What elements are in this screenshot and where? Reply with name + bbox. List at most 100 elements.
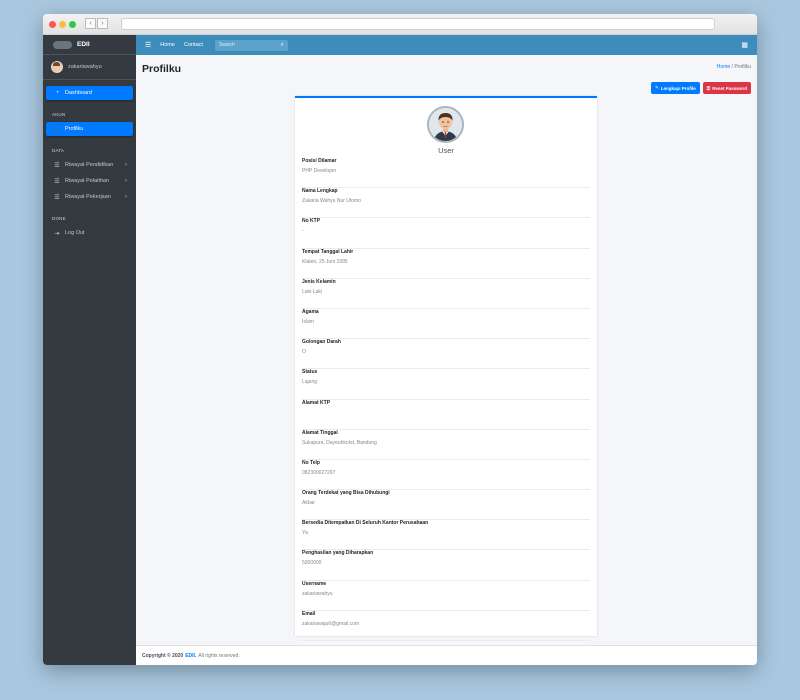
field-value: zakariawahyu xyxy=(302,590,333,597)
maximize-window-button[interactable] xyxy=(69,21,76,28)
field-label: Agama xyxy=(302,308,319,315)
avatar xyxy=(51,61,63,73)
footer-rights: All rights reserved. xyxy=(198,652,240,659)
field-label: Status xyxy=(302,369,318,376)
field-label: Username xyxy=(302,580,327,587)
user-panel[interactable]: zakariawahyu xyxy=(43,55,136,80)
list-icon: ☰ xyxy=(54,178,60,185)
field-value: 5000000 xyxy=(302,560,322,567)
sidebar-item-label: Riwayat Pekerjaan xyxy=(65,194,111,200)
field-label: Alamat KTP xyxy=(302,399,331,406)
profile-avatar xyxy=(427,106,464,143)
profile-field: Tempat Tanggal Lahir Klaten, 25 Juni 1995 xyxy=(302,249,590,279)
field-label: Bersedia Ditempatkan Di Seluruh Kantor P… xyxy=(302,520,429,527)
brand[interactable]: EDII xyxy=(43,35,136,55)
complete-profile-label: Lengkapi Profile xyxy=(660,85,696,91)
profile-field: Golongan Darah O xyxy=(302,339,590,370)
list-icon: ☰ xyxy=(54,162,60,169)
apps-grid-icon[interactable]: ▦ xyxy=(741,41,748,49)
search-box: ⌕ xyxy=(214,39,288,51)
close-window-button[interactable] xyxy=(49,21,56,28)
sidebar-item-riwayat-pelatihan[interactable]: ☰ Riwayat Pelatihan ‹ xyxy=(46,174,133,188)
app: EDII zakariawahyu ◔ Dashboard AKUN 👤 Profilk… xyxy=(43,35,757,665)
profile-field: No KTP - xyxy=(302,218,590,249)
address-bar[interactable] xyxy=(121,18,715,30)
field-value: Zakaria Wahyu Nur Utomo xyxy=(302,198,361,205)
profile-field: Status Lajang xyxy=(302,369,590,400)
footer: Copyright © 2020 EDII. All rights reserv… xyxy=(136,645,757,665)
field-label: Email xyxy=(302,610,316,617)
field-label: Orang Terdekat yang Bisa Dihubungi xyxy=(302,490,390,497)
sidebar-item-label: Dashboard xyxy=(65,90,92,96)
field-value: PHP Developer xyxy=(302,168,337,174)
hamburger-menu-icon[interactable]: ☰ xyxy=(145,41,151,49)
minimize-window-button[interactable] xyxy=(59,21,66,28)
sidebar-item-riwayat-pendidikan[interactable]: ☰ Riwayat Pendidikan ‹ xyxy=(46,158,133,172)
reset-password-label: Reset Password xyxy=(712,85,747,91)
field-value: Akbar xyxy=(302,500,316,507)
profile-field: Email zakariawaju6@gmail.com xyxy=(302,611,590,641)
key-icon: ⚿ xyxy=(706,85,711,91)
sidebar: EDII zakariawahyu ◔ Dashboard AKUN 👤 Profilk… xyxy=(43,35,136,665)
user-name: zakariawahyu xyxy=(68,64,102,70)
brand-text: EDII xyxy=(77,41,90,48)
chevron-left-icon: ‹ xyxy=(125,162,127,168)
profile-field: Jenis Kelamin Laki-Laki xyxy=(302,279,590,309)
browser-window: ‹ › EDII zakariawahyu ◔ Dashboard AKUN 👤 Pro… xyxy=(43,14,757,665)
breadcrumb: Home / Profilku xyxy=(717,64,751,70)
reset-password-button[interactable]: ⚿ Reset Password xyxy=(702,82,751,94)
nav-header: AKUN xyxy=(52,112,66,117)
profile-field: Penghasilan yang Diharapkan 5000000 xyxy=(302,550,590,581)
field-value: Islam xyxy=(302,318,314,325)
field-label: Alamat Tinggal xyxy=(302,429,338,436)
logout-icon: ⇥ xyxy=(54,230,60,237)
breadcrumb-current: Profilku xyxy=(734,64,751,70)
profile-name: User xyxy=(438,146,454,155)
sidebar-item-label: Riwayat Pelatihan xyxy=(65,178,110,184)
sidebar-item-log-out[interactable]: ⇥ Log Out xyxy=(46,226,133,240)
profile-field: Username zakariawahyu xyxy=(302,581,590,611)
field-value: zakariawaju6@gmail.com xyxy=(302,620,360,627)
search-icon[interactable]: ⌕ xyxy=(281,42,284,49)
nav-header: DATA xyxy=(52,148,65,153)
profile-field: Alamat KTP xyxy=(302,400,590,430)
nav-link-contact[interactable]: Contact xyxy=(184,42,203,48)
field-label: Posisi Dilamar xyxy=(302,158,337,164)
field-label: Nama Lengkap xyxy=(302,188,338,195)
footer-brand-link[interactable]: EDII. xyxy=(185,653,196,659)
chevron-left-icon: ‹ xyxy=(125,178,127,184)
field-value: - xyxy=(302,228,304,235)
field-value: Laki-Laki xyxy=(302,288,323,295)
field-label: No KTP xyxy=(302,218,321,225)
profile-field: Bersedia Ditempatkan Di Seluruh Kantor P… xyxy=(302,520,590,551)
field-label: Penghasilan yang Diharapkan xyxy=(302,550,374,557)
field-value: Sukapura, Dayeuhkolot, Bandung xyxy=(302,439,377,446)
field-label: No Telp xyxy=(302,459,320,466)
field-label: Jenis Kelamin xyxy=(302,278,336,285)
sidebar-item-label: Log Out xyxy=(65,230,85,236)
sidebar-item-label: Riwayat Pendidikan xyxy=(65,162,114,168)
profile-field: Nama Lengkap Zakaria Wahyu Nur Utomo xyxy=(302,188,590,219)
top-navbar: ☰ Home Contact ⌕ ▦ xyxy=(136,35,757,55)
back-arrow-icon[interactable]: ‹ xyxy=(85,18,96,29)
edit-icon: ✎ xyxy=(655,85,659,90)
sidebar-item-dashboard[interactable]: ◔ Dashboard xyxy=(46,86,133,100)
sidebar-item-label: Profilku xyxy=(65,126,84,132)
sidebar-nav: ◔ Dashboard AKUN 👤 Profilku DATA ☰ Riwayat Pend… xyxy=(43,80,136,240)
nav-link-home[interactable]: Home xyxy=(160,42,175,48)
sidebar-item-profilku[interactable]: 👤 Profilku xyxy=(46,122,133,136)
list-icon: ☰ xyxy=(54,194,60,201)
profile-field: No Telp 082300027297 xyxy=(302,459,590,491)
field-value: 082300027297 xyxy=(302,469,336,476)
field-value: Klaten, 25 Juni 1995 xyxy=(302,258,348,265)
breadcrumb-home[interactable]: Home xyxy=(717,64,730,70)
browser-chrome: ‹ › xyxy=(43,14,757,35)
search-input[interactable] xyxy=(218,42,269,48)
forward-arrow-icon[interactable]: › xyxy=(97,18,108,29)
dashboard-icon: ◔ xyxy=(55,90,59,96)
sidebar-item-riwayat-pekerjaan[interactable]: ☰ Riwayat Pekerjaan ‹ xyxy=(46,190,133,204)
profile-field: Alamat Tinggal Sukapura, Dayeuhkolot, Ban… xyxy=(302,430,590,460)
profile-field: Posisi Dilamar PHP Developer xyxy=(302,158,590,189)
complete-profile-button[interactable]: ✎ Lengkapi Profile xyxy=(651,82,700,94)
field-label: Tempat Tanggal Lahir xyxy=(302,248,354,255)
